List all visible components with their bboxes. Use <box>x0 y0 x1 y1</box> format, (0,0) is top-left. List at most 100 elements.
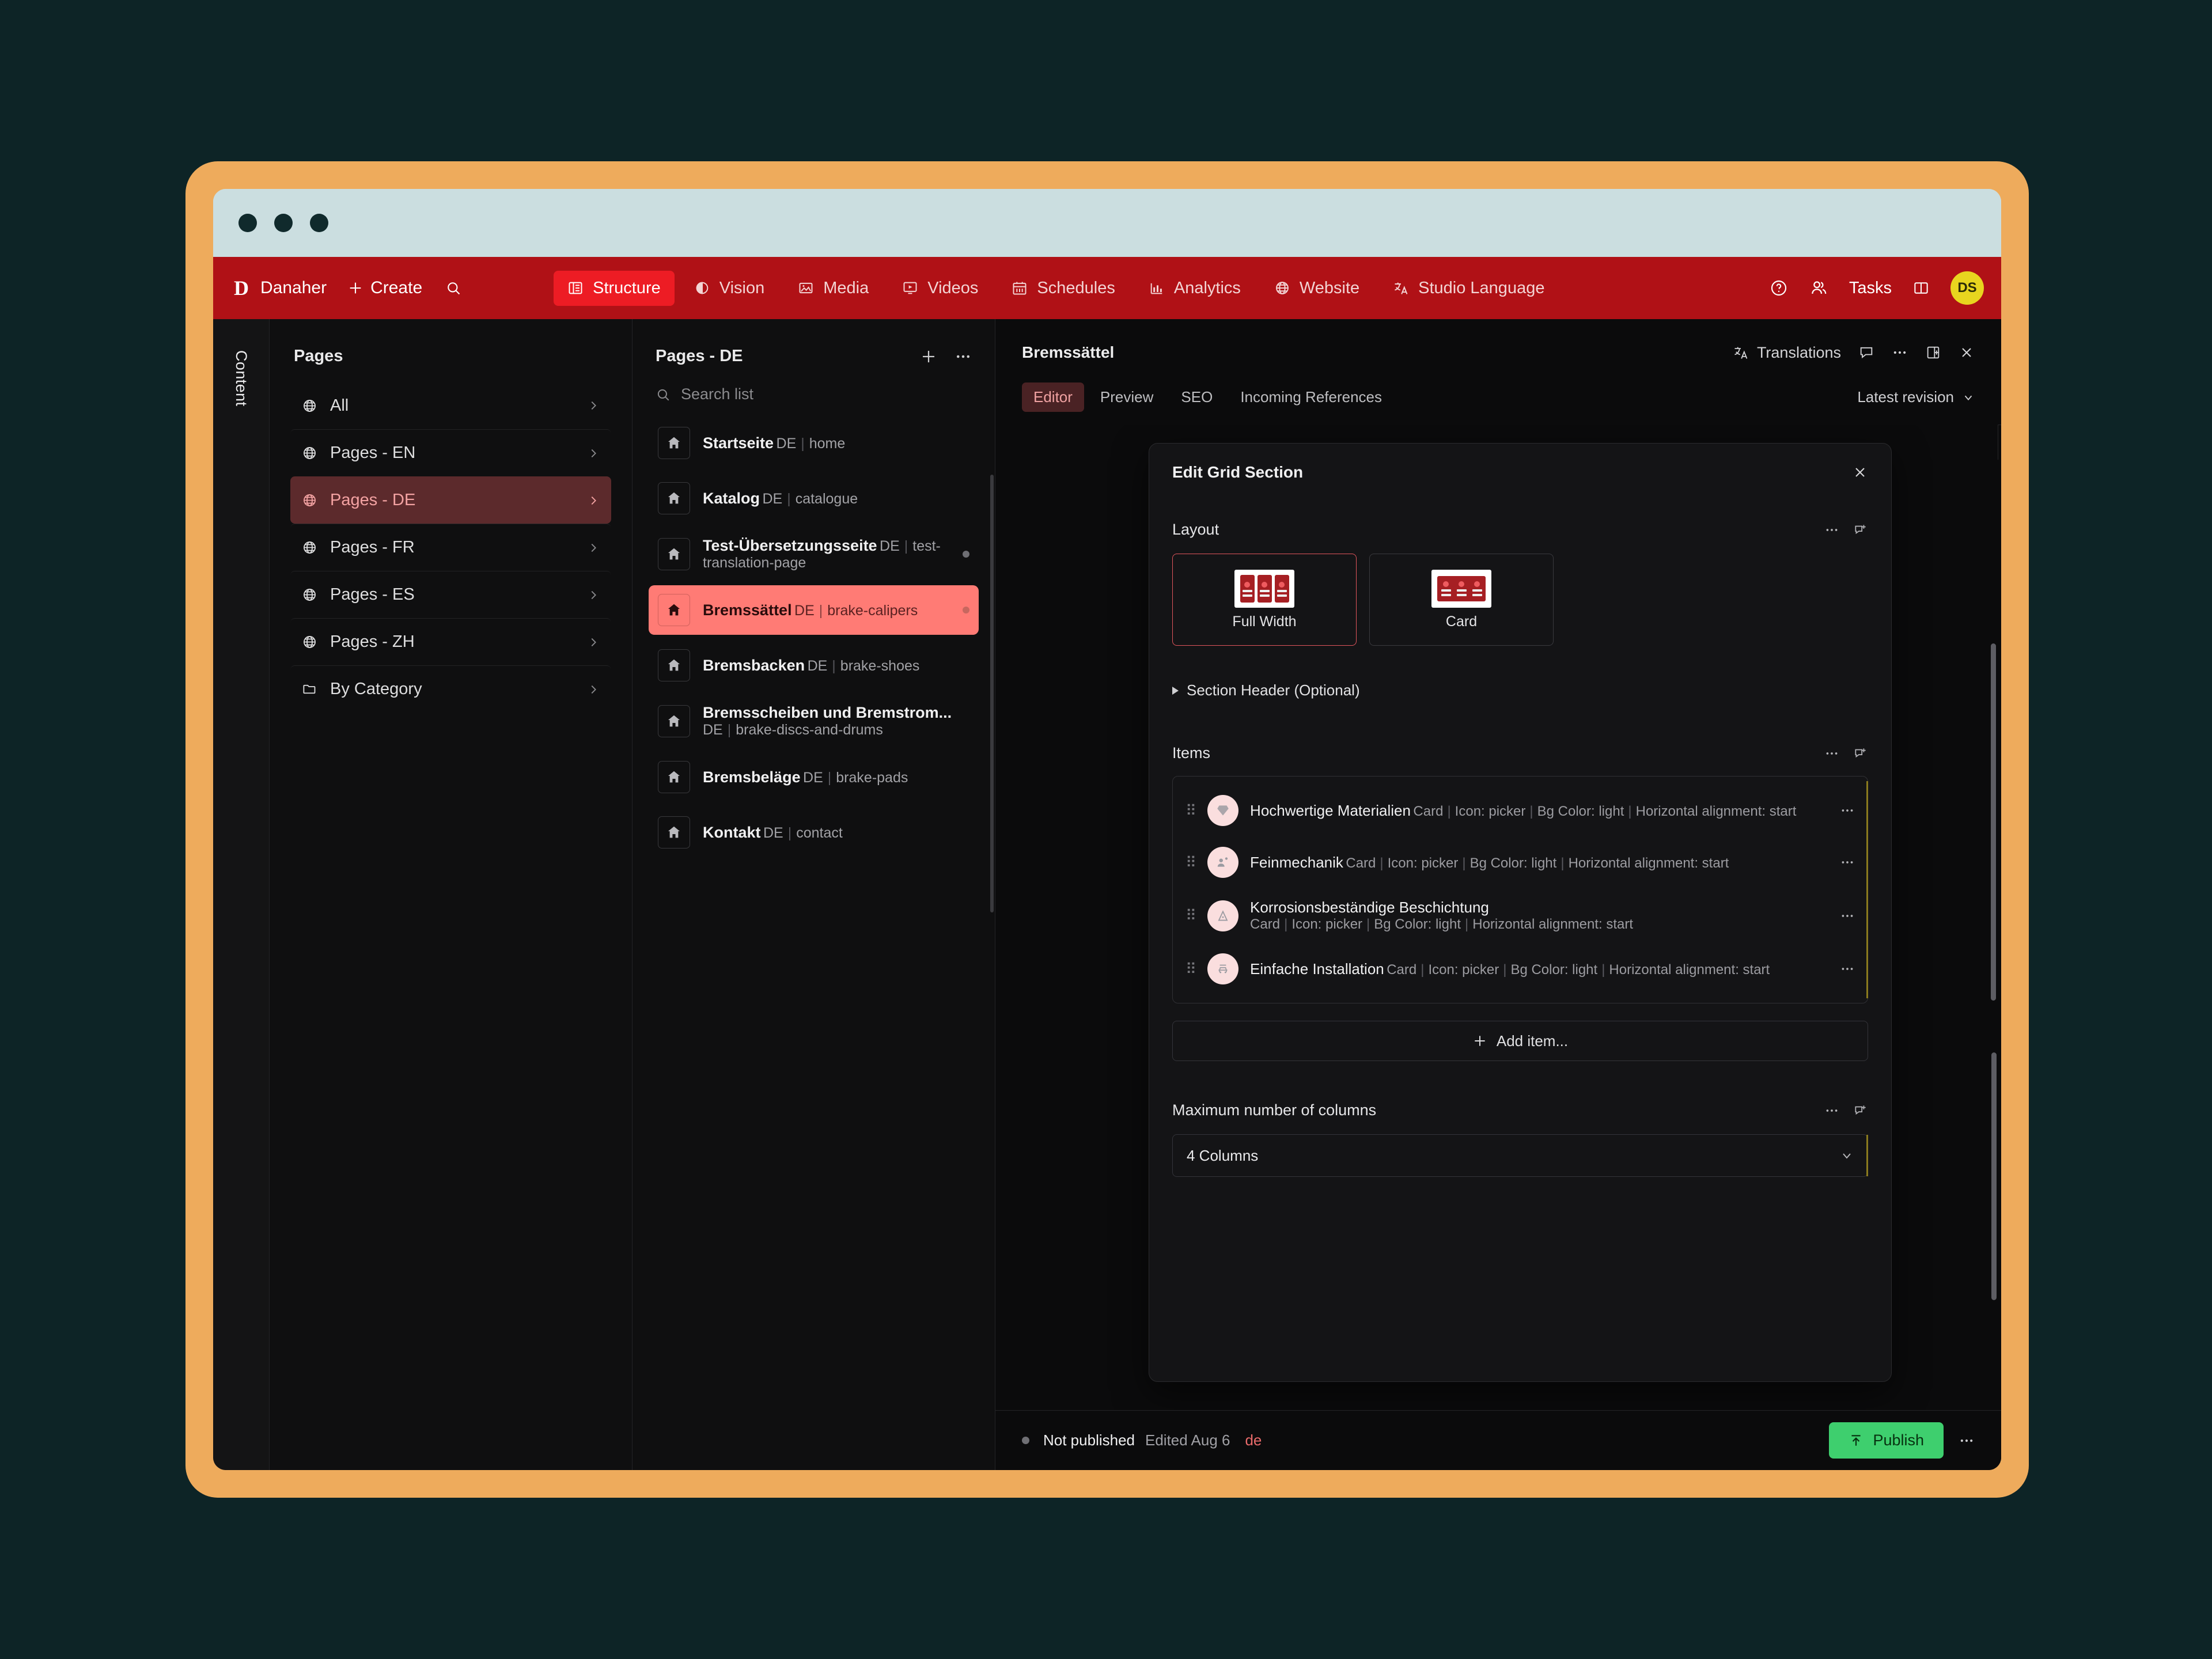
more-horizontal-icon[interactable] <box>1824 746 1839 761</box>
globe-icon <box>1274 280 1290 296</box>
list-item-title: Korrosionsbeständige Beschichtung <box>1250 899 1489 916</box>
list-item[interactable]: Startseite DE | home <box>649 418 979 468</box>
tab-videos[interactable]: Videos <box>888 271 992 306</box>
drag-handle-icon[interactable]: ⠿ <box>1185 908 1196 923</box>
home-icon <box>658 761 690 793</box>
list-item[interactable]: ⠿ Einfache Installation Card | Icon: pic… <box>1173 943 1868 995</box>
tab-studio-language[interactable]: Studio Language <box>1379 271 1558 306</box>
help-circle-icon[interactable] <box>1770 279 1788 297</box>
tab-incoming-references[interactable]: Incoming References <box>1229 382 1393 412</box>
more-horizontal-icon[interactable] <box>1840 961 1855 976</box>
comment-add-icon[interactable] <box>1853 746 1868 761</box>
list-item-lang: DE <box>703 722 723 738</box>
list-item[interactable]: ⠿ Hochwertige Materialien Card | Icon: p… <box>1173 785 1868 836</box>
section-header-field[interactable]: Section Header (Optional) <box>1172 681 1868 699</box>
tab-editor[interactable]: Editor <box>1022 382 1084 412</box>
item-meta-type: Card <box>1413 803 1444 819</box>
create-button[interactable]: Create <box>347 278 422 298</box>
sidebar-item-pages-en[interactable]: Pages - EN <box>290 429 611 476</box>
list-item[interactable]: Bremsscheiben und Bremstrom... DE | brake-… <box>649 696 979 747</box>
add-item-button[interactable]: Add item... <box>1172 1021 1868 1061</box>
sidebar-item-label: Pages - EN <box>330 444 416 462</box>
list-item[interactable]: ⠿ Korrosionsbeständige Beschichtung Card… <box>1173 888 1868 943</box>
list-item[interactable]: Bremsbeläge DE | brake-pads <box>649 752 979 802</box>
search-input[interactable]: Search list <box>649 380 979 418</box>
tab-media[interactable]: Media <box>784 271 882 306</box>
publish-button[interactable]: Publish <box>1829 1422 1944 1459</box>
list-item[interactable]: Kontakt DE | contact <box>649 808 979 857</box>
split-pane-icon[interactable] <box>1925 344 1941 361</box>
translations-button[interactable]: Translations <box>1733 344 1841 362</box>
sidebar-item-pages-zh[interactable]: Pages - ZH <box>290 618 611 665</box>
brand-block[interactable]: D Danaher <box>232 276 327 300</box>
drag-handle-icon[interactable]: ⠿ <box>1185 803 1196 818</box>
danaher-logo-icon: D <box>234 276 249 300</box>
list-item[interactable]: Test-Übersetzungsseite DE | test-translati… <box>649 529 979 579</box>
list-item[interactable]: Bremsbacken DE | brake-shoes <box>649 641 979 690</box>
item-meta-align: Horizontal alignment: start <box>1609 961 1770 978</box>
tab-analytics[interactable]: Analytics <box>1135 271 1255 306</box>
tab-website-label: Website <box>1299 278 1360 297</box>
globe-icon <box>302 398 317 414</box>
more-horizontal-icon[interactable] <box>1824 1103 1839 1118</box>
editor-scrollbar[interactable] <box>1991 1052 1997 1300</box>
document-editor-pane: Bremssättel Translations Editor Preview … <box>995 319 2001 1470</box>
user-avatar[interactable]: DS <box>1950 271 1984 305</box>
drag-handle-icon[interactable]: ⠿ <box>1185 855 1196 870</box>
global-search-button[interactable] <box>445 280 461 296</box>
list-item[interactable]: ⠿ Feinmechanik Card | Icon: picker | Bg … <box>1173 836 1868 888</box>
close-icon[interactable] <box>1959 344 1975 361</box>
more-horizontal-icon[interactable] <box>955 348 972 365</box>
sidebar-item-all[interactable]: All <box>290 382 611 429</box>
window-minimize-dot[interactable] <box>274 214 293 232</box>
comment-add-icon[interactable] <box>1853 1103 1868 1118</box>
video-play-icon <box>902 280 918 296</box>
sidebar-item-pages-fr[interactable]: Pages - FR <box>290 524 611 571</box>
more-horizontal-icon[interactable] <box>1840 855 1855 870</box>
layout-option-card[interactable]: Card <box>1369 554 1554 646</box>
window-close-dot[interactable] <box>238 214 257 232</box>
list-item[interactable]: Katalog DE | catalogue <box>649 474 979 523</box>
max-columns-select[interactable]: 4 Columns <box>1172 1134 1868 1177</box>
home-icon <box>658 538 690 570</box>
layout-option-full-width[interactable]: Full Width <box>1172 554 1357 646</box>
list-item-title: Feinmechanik <box>1250 853 1343 871</box>
tab-structure[interactable]: Structure <box>554 270 675 306</box>
sidebar-item-by-category[interactable]: By Category <box>290 665 611 713</box>
tab-seo[interactable]: SEO <box>1169 382 1224 412</box>
item-meta-icon: Icon: picker <box>1291 916 1363 932</box>
list-item-slug: catalogue <box>795 490 858 507</box>
sidebar-item-pages-es[interactable]: Pages - ES <box>290 571 611 618</box>
people-icon[interactable] <box>1809 278 1828 298</box>
tasks-label[interactable]: Tasks <box>1849 279 1892 298</box>
panel-toggle-icon[interactable] <box>1912 279 1930 297</box>
item-meta-bg: Bg Color: light <box>1510 961 1598 978</box>
more-horizontal-icon[interactable] <box>1959 1433 1975 1449</box>
sidebar-item-pages-de[interactable]: Pages - DE <box>290 476 611 524</box>
list-item[interactable]: Bremssättel DE | brake-calipers <box>649 585 979 635</box>
comment-add-icon[interactable] <box>1853 522 1868 537</box>
more-horizontal-icon[interactable] <box>1840 908 1855 923</box>
list-scrollbar[interactable] <box>990 475 994 912</box>
section-header-label: Section Header (Optional) <box>1187 681 1360 699</box>
drag-handle-icon[interactable]: ⠿ <box>1185 961 1196 976</box>
dialog-scrollbar[interactable] <box>1991 643 1996 1001</box>
more-horizontal-icon[interactable] <box>1824 522 1839 537</box>
more-horizontal-icon[interactable] <box>1840 803 1855 818</box>
revision-selector[interactable]: Latest revision <box>1857 388 1975 406</box>
window-titlebar <box>213 189 2001 257</box>
content-rail[interactable]: Content <box>213 319 270 1470</box>
tab-vision[interactable]: Vision <box>680 271 778 306</box>
list-item-title: Test-Übersetzungsseite <box>703 537 877 554</box>
more-horizontal-icon[interactable] <box>1892 344 1908 361</box>
window-maximize-dot[interactable] <box>310 214 328 232</box>
plus-icon[interactable] <box>920 348 937 365</box>
list-item-lang: DE <box>880 538 900 554</box>
tab-website[interactable]: Website <box>1260 271 1373 306</box>
tab-schedules[interactable]: Schedules <box>998 271 1128 306</box>
list-item-slug: contact <box>796 824 843 841</box>
close-icon[interactable] <box>1852 464 1868 480</box>
comment-icon[interactable] <box>1858 344 1874 361</box>
home-icon <box>658 482 690 514</box>
tab-preview[interactable]: Preview <box>1089 382 1165 412</box>
